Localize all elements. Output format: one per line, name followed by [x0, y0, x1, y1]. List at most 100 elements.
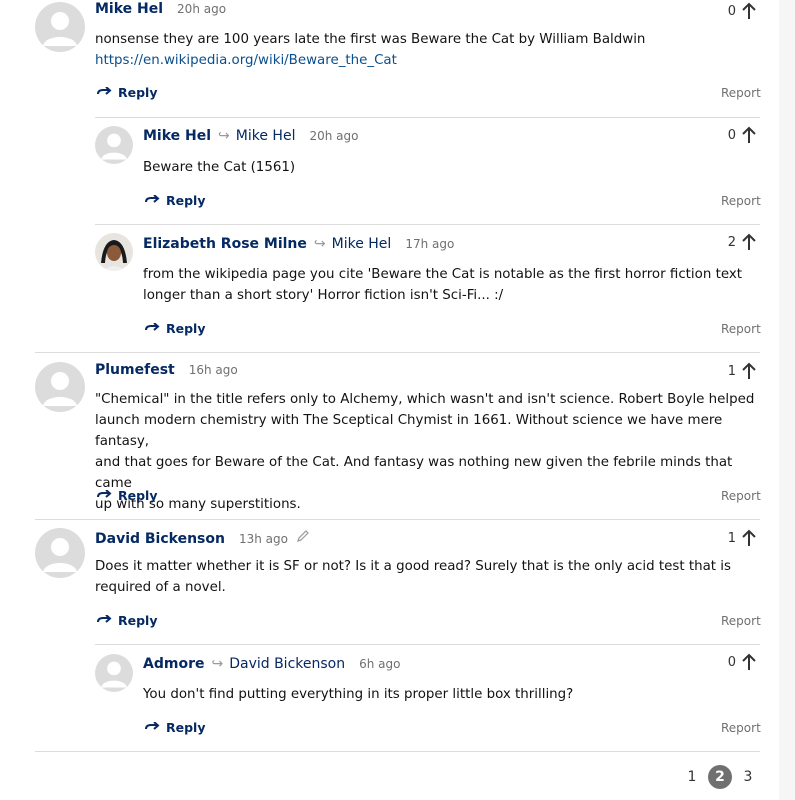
avatar[interactable]: [35, 528, 85, 578]
comment-meta: Mike Hel ↪ Mike Hel 20h ago: [143, 128, 358, 144]
author-name[interactable]: David Bickenson: [95, 531, 225, 547]
comment-body: from the wikipedia page you cite 'Beware…: [143, 264, 763, 306]
recommend-control: 1: [722, 527, 760, 549]
upvote-button[interactable]: [738, 360, 760, 382]
reply-label: Reply: [166, 193, 206, 208]
author-name[interactable]: Elizabeth Rose Milne: [143, 236, 307, 252]
author-name[interactable]: Mike Hel: [95, 1, 163, 17]
page-3-button[interactable]: 3: [736, 765, 760, 789]
wikipedia-link[interactable]: https://en.wikipedia.org/wiki/Beware_the…: [95, 53, 397, 68]
timestamp[interactable]: 20h ago: [177, 2, 226, 16]
reply-arrow-icon: [145, 194, 160, 203]
author-name[interactable]: Admore: [143, 656, 204, 672]
comment-text-line: and that goes for Beware of the Cat. And…: [95, 455, 733, 491]
arrow-up-icon: [742, 233, 756, 250]
timestamp[interactable]: 17h ago: [405, 237, 454, 251]
comment-meta: Admore ↪ David Bickenson 6h ago: [143, 656, 400, 672]
timestamp[interactable]: 16h ago: [189, 363, 238, 377]
reply-to-name[interactable]: Mike Hel: [332, 236, 392, 252]
timestamp[interactable]: 6h ago: [359, 657, 400, 671]
reply-button[interactable]: Reply: [97, 613, 157, 628]
recommend-control: 0: [722, 651, 760, 673]
default-avatar-icon: [43, 538, 77, 572]
comment-body: nonsense they are 100 years late the fir…: [95, 29, 755, 71]
page-1-button[interactable]: 1: [680, 765, 704, 789]
comment-meta: David Bickenson 13h ago: [95, 528, 310, 547]
divider: [95, 224, 760, 225]
default-avatar-icon: [101, 133, 127, 160]
author-name[interactable]: Plumefest: [95, 362, 175, 378]
reply-to-name[interactable]: David Bickenson: [229, 656, 345, 672]
comment-text-line: required of a novel.: [95, 580, 226, 595]
comment-text-line: Does it matter whether it is SF or not? …: [95, 559, 732, 574]
divider: [35, 352, 760, 353]
arrow-up-icon: [742, 653, 756, 670]
page-2-button-current[interactable]: 2: [708, 765, 732, 789]
user-photo-icon: [101, 240, 127, 271]
divider: [95, 117, 760, 118]
reply-label: Reply: [166, 321, 206, 336]
report-link[interactable]: Report: [721, 614, 761, 628]
upvote-button[interactable]: [738, 0, 760, 22]
upvote-button[interactable]: [738, 231, 760, 253]
upvote-button[interactable]: [738, 651, 760, 673]
report-link[interactable]: Report: [721, 489, 761, 503]
reply-button[interactable]: Reply: [97, 488, 157, 503]
arrow-up-icon: [742, 529, 756, 546]
divider: [35, 519, 760, 520]
comment-text-line: longer than a short story' Horror fictio…: [143, 288, 504, 303]
recommend-count: 0: [727, 3, 736, 19]
avatar[interactable]: [95, 126, 133, 164]
default-avatar-icon: [43, 372, 77, 406]
comment-body: "Chemical" in the title refers only to A…: [95, 389, 765, 515]
divider: [35, 751, 760, 752]
reply-label: Reply: [118, 488, 158, 503]
author-name[interactable]: Mike Hel: [143, 128, 211, 144]
reply-label: Reply: [118, 85, 158, 100]
report-link[interactable]: Report: [721, 86, 761, 100]
comments-page: Mike Hel 20h ago 0 nonsense they are 100…: [0, 0, 779, 800]
reply-label: Reply: [118, 613, 158, 628]
comment-text-line: up with so many superstitions.: [95, 497, 301, 512]
comment-text-line: launch modern chemistry with The Sceptic…: [95, 413, 723, 449]
avatar[interactable]: [35, 362, 85, 412]
report-link[interactable]: Report: [721, 721, 761, 735]
arrow-up-icon: [742, 362, 756, 379]
pencil-icon: [296, 528, 310, 542]
default-avatar-icon: [43, 12, 77, 46]
reply-button[interactable]: Reply: [145, 720, 205, 735]
reply-arrow-icon: [145, 721, 160, 730]
upvote-button[interactable]: [738, 124, 760, 146]
reply-arrow-icon: [97, 86, 112, 95]
divider: [95, 644, 760, 645]
reply-arrow-icon: [145, 322, 160, 331]
comment-meta: Mike Hel 20h ago: [95, 1, 226, 17]
comment-body: Beware the Cat (1561): [143, 160, 296, 175]
reply-to-name[interactable]: Mike Hel: [236, 128, 296, 144]
reply-button[interactable]: Reply: [145, 321, 205, 336]
report-link[interactable]: Report: [721, 194, 761, 208]
recommend-count: 1: [727, 363, 736, 379]
comment-body: Does it matter whether it is SF or not? …: [95, 556, 755, 598]
report-link[interactable]: Report: [721, 322, 761, 336]
default-avatar-icon: [101, 661, 127, 688]
recommend-count: 2: [727, 234, 736, 250]
comment-body: You don't find putting everything in its…: [143, 687, 574, 702]
comment-meta: Plumefest 16h ago: [95, 362, 238, 378]
reply-to-arrow-icon: ↪: [211, 656, 224, 672]
timestamp[interactable]: 13h ago: [239, 532, 288, 546]
comment-text: nonsense they are 100 years late the fir…: [95, 32, 646, 47]
timestamp[interactable]: 20h ago: [309, 129, 358, 143]
avatar[interactable]: [35, 2, 85, 52]
reply-button[interactable]: Reply: [97, 85, 157, 100]
avatar-photo[interactable]: [95, 233, 133, 271]
avatar[interactable]: [95, 654, 133, 692]
reply-arrow-icon: [97, 614, 112, 623]
comment-meta: Elizabeth Rose Milne ↪ Mike Hel 17h ago: [143, 236, 454, 252]
recommend-count: 0: [727, 127, 736, 143]
reply-to-arrow-icon: ↪: [218, 128, 230, 144]
reply-button[interactable]: Reply: [145, 193, 205, 208]
pagination: 1 2 3: [680, 765, 764, 789]
upvote-button[interactable]: [738, 527, 760, 549]
arrow-up-icon: [742, 126, 756, 143]
